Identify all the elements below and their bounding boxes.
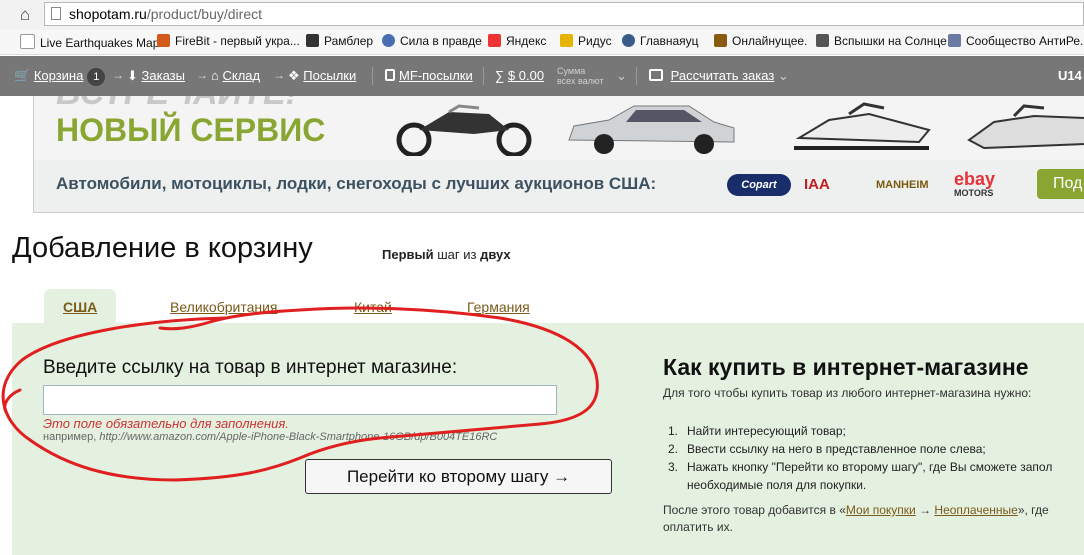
browser-address-bar: ⌂ shopotam.ru/product/buy/direct [0, 0, 1084, 31]
bookmark-vspyshki[interactable]: Вспышки на Солнце [816, 34, 947, 48]
page-icon [20, 34, 35, 49]
list-item: 3. Нажать кнопку "Перейти ко второму шагу… [668, 460, 1053, 474]
cart-link[interactable]: 🛒 Корзина 1 [14, 68, 106, 86]
example-hint: например, http://www.amazon.com/Apple-iP… [43, 431, 498, 443]
error-message: Это поле обязательно для заполнения. [43, 416, 289, 431]
bookmark-rambler[interactable]: Рамблер [306, 34, 373, 48]
divider [636, 67, 637, 85]
page-icon [51, 7, 61, 20]
list-item: 1. Найти интересующий товар; [668, 424, 846, 438]
balance-link[interactable]: ∑ $ 0.00 [495, 68, 544, 83]
step-indicator: Первый шаг из двух [382, 247, 511, 262]
tab-usa[interactable]: США [44, 289, 116, 323]
list-item-continued: необходимые поля для покупки. [687, 478, 867, 492]
banner-bottom: Автомобили, мотоциклы, лодки, снегоходы … [34, 160, 1084, 212]
house-icon [306, 34, 319, 47]
box-icon: ⬇ [127, 68, 138, 83]
motorcycle-image [396, 104, 532, 156]
arrow-right-icon: → [112, 68, 124, 82]
next-step-button[interactable]: Перейти ко второму шагу → [305, 459, 612, 494]
package-icon: ❖ [288, 68, 300, 83]
arrow-right-icon: → [196, 68, 208, 82]
bookmark-sila[interactable]: Сила в правде [382, 34, 482, 48]
chevron-down-icon[interactable]: ⌄ [616, 68, 627, 84]
banner-title: НОВЫЙ СЕРВИС [56, 112, 326, 148]
help-intro: Для того чтобы купить товар из любого ин… [663, 386, 1032, 400]
warehouse-link[interactable]: ⌂ Склад [211, 68, 260, 83]
yandex-icon [488, 34, 501, 47]
chevron-down-icon: ⌄ [777, 68, 789, 83]
arrow-right-icon: → [273, 68, 285, 82]
manheim-logo: MANHEIM [876, 179, 929, 191]
firebit-icon [157, 34, 170, 47]
globe-icon [622, 34, 635, 47]
sigma-icon: ∑ [495, 68, 505, 83]
unpaid-link[interactable]: Неоплаченные [934, 503, 1017, 517]
help-heading: Как купить в интернет-магазине [663, 354, 1029, 380]
site-icon [714, 34, 727, 47]
mf-parcels-link[interactable]: MF-посылки [385, 68, 473, 83]
auction-banner[interactable]: ВСТРЕЧАЙТЕ! НОВЫЙ СЕРВИС Автомобили, мот… [33, 96, 1084, 213]
tag-icon [948, 34, 961, 47]
orders-link[interactable]: ⬇ Заказы [127, 68, 185, 84]
bookmark-glavnayauts[interactable]: Главнаяуц [622, 34, 699, 48]
copart-logo: Copart [727, 174, 791, 196]
page-title: Добавление в корзину [12, 232, 313, 264]
url-host: shopotam.ru [69, 6, 147, 22]
document-icon [385, 69, 395, 81]
ridus-icon [560, 34, 573, 47]
snowmobile-image [794, 102, 931, 150]
calc-order-link[interactable]: Рассчитать заказ ⌄ [649, 68, 789, 84]
tab-uk[interactable]: Великобритания [170, 299, 278, 315]
tools-icon [816, 34, 829, 47]
parcels-link[interactable]: ❖ Посылки [288, 68, 356, 84]
bookmark-soobshchestvo[interactable]: Сообщество АнтиРе... [948, 34, 1084, 48]
url-field-label: Введите ссылку на товар в интернет магаз… [43, 357, 458, 378]
banner-button[interactable]: Под [1037, 169, 1084, 199]
banner-top: ВСТРЕЧАЙТЕ! НОВЫЙ СЕРВИС [34, 96, 1084, 160]
product-url-input[interactable] [43, 385, 557, 415]
sum-label: Сумма всех валют [557, 66, 604, 86]
cart-count-badge: 1 [87, 68, 106, 86]
banner-ghost-text: ВСТРЕЧАЙТЕ! [56, 96, 297, 113]
iaa-logo: IAA [804, 176, 830, 193]
calculator-icon [649, 69, 663, 81]
site-toolbar: 🛒 Корзина 1 → ⬇ Заказы → ⌂ Склад → ❖ Посы… [0, 56, 1084, 96]
cart-icon: 🛒 [14, 68, 31, 83]
car-image [568, 105, 735, 154]
house-icon: ⌂ [211, 68, 219, 83]
tab-china[interactable]: Китай [354, 299, 392, 315]
divider [372, 67, 373, 85]
ebay-motors-logo: MOTORS [954, 188, 994, 198]
bookmarks-bar: Live Earthquakes Map FireBit - первый ук… [0, 30, 1084, 55]
tab-germany[interactable]: Германия [467, 299, 530, 315]
list-item: 2. Ввести ссылку на него в представленное… [668, 442, 986, 456]
user-id[interactable]: U14 [1058, 68, 1082, 83]
banner-subtitle: Автомобили, мотоциклы, лодки, снегоходы … [56, 174, 657, 193]
help-after: После этого товар добавится в «Мои покуп… [663, 503, 1049, 534]
url-input[interactable]: shopotam.ru/product/buy/direct [44, 2, 1084, 26]
home-icon[interactable]: ⌂ [14, 4, 36, 26]
url-path: /product/buy/direct [146, 6, 262, 22]
bookmark-firebit[interactable]: FireBit - первый укра... [157, 34, 300, 48]
help-steps: 1. Найти интересующий товар; 2. Ввести ссы… [668, 422, 1052, 494]
person-icon [382, 34, 395, 47]
divider [483, 67, 484, 85]
bookmark-yandex[interactable]: Яндекс [488, 34, 546, 48]
bookmark-ridus[interactable]: Ридус [560, 34, 612, 48]
jetski-image [967, 104, 1084, 150]
bookmark-live-earthquakes[interactable]: Live Earthquakes Map [20, 34, 159, 50]
my-purchases-link[interactable]: Мои покупки [846, 503, 916, 517]
bookmark-onlainushchee[interactable]: Онлайнущее. [714, 34, 807, 48]
